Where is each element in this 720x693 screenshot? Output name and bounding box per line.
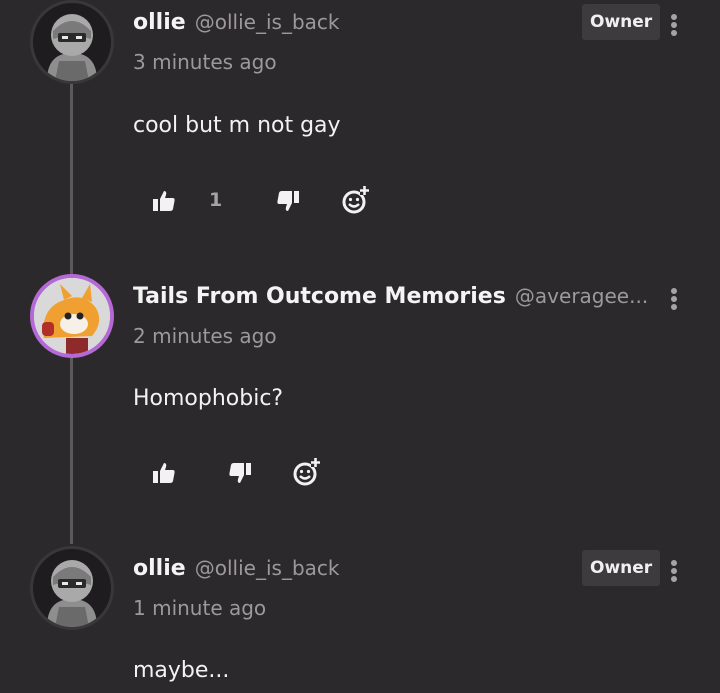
add-reaction-icon — [293, 458, 320, 486]
comment-text: Homophobic? — [133, 386, 284, 411]
comment-header: ollie @ollie_is_back — [133, 556, 339, 581]
author-name[interactable]: Tails From Outcome Memories — [133, 284, 506, 309]
comment-text: cool but m not gay — [133, 113, 341, 138]
author-name[interactable]: ollie — [133, 10, 186, 35]
more-options-icon[interactable] — [666, 286, 682, 314]
like-count: 1 — [209, 189, 223, 211]
hooded-character-avatar-icon — [47, 14, 97, 81]
comment-header: Tails From Outcome Memories @averagee... — [133, 284, 648, 309]
comment-item: Tails From Outcome Memories @averagee...… — [0, 262, 720, 502]
add-reaction-icon — [342, 186, 369, 214]
like-button[interactable] — [150, 188, 178, 214]
thumbs-down-icon — [277, 191, 299, 211]
like-button[interactable] — [150, 460, 178, 486]
comment-header: ollie @ollie_is_back — [133, 10, 339, 35]
author-handle[interactable]: @ollie_is_back — [195, 556, 340, 580]
comment-text: maybe... — [133, 658, 230, 683]
author-handle[interactable]: @ollie_is_back — [195, 10, 340, 34]
fox-character-avatar-icon — [34, 278, 110, 354]
avatar[interactable] — [30, 274, 114, 358]
avatar[interactable] — [30, 546, 114, 630]
more-options-icon[interactable] — [666, 558, 682, 586]
comment-item: ollie @ollie_is_back Owner 3 minutes ago… — [0, 0, 720, 250]
author-name[interactable]: ollie — [133, 556, 186, 581]
comment-timestamp: 1 minute ago — [133, 596, 267, 620]
thumbs-up-icon — [153, 463, 175, 483]
hooded-character-avatar-icon — [47, 560, 97, 627]
thumbs-down-icon — [229, 463, 251, 483]
dislike-button[interactable] — [274, 188, 302, 214]
owner-badge: Owner — [582, 550, 661, 586]
avatar[interactable] — [30, 0, 114, 84]
add-reaction-button[interactable] — [291, 456, 323, 488]
owner-badge: Owner — [582, 4, 661, 40]
comment-timestamp: 3 minutes ago — [133, 50, 277, 74]
thumbs-up-icon — [153, 191, 175, 211]
add-reaction-button[interactable] — [340, 184, 372, 216]
more-options-icon[interactable] — [666, 12, 682, 40]
author-handle[interactable]: @averagee... — [515, 284, 648, 308]
comment-timestamp: 2 minutes ago — [133, 324, 277, 348]
comment-item: ollie @ollie_is_back Owner 1 minute ago … — [0, 546, 720, 693]
dislike-button[interactable] — [226, 460, 254, 486]
